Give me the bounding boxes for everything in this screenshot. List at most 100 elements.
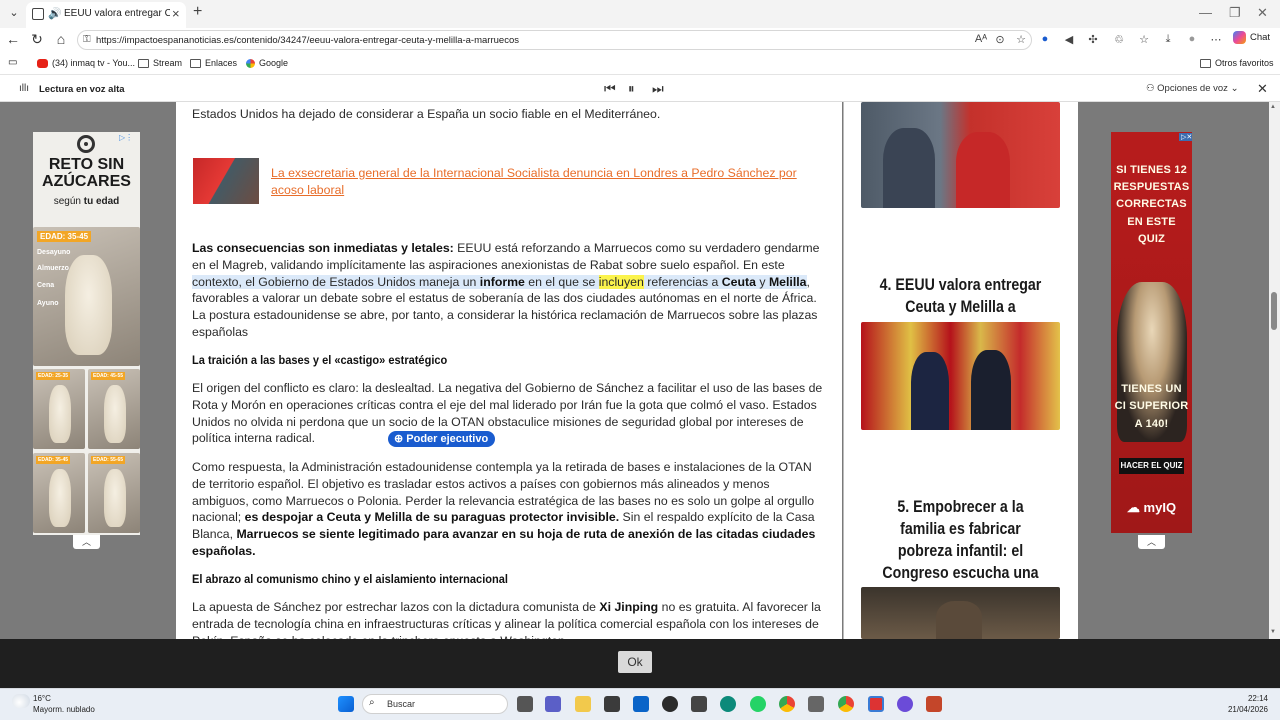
cookie-ok-button[interactable]: Ok (618, 651, 652, 673)
whatsapp-icon[interactable] (750, 696, 766, 712)
bookmark-youtube[interactable]: (34) inmaq tv - You... (37, 58, 135, 69)
pause-icon[interactable]: ⏸ (628, 81, 635, 97)
ad-thumb[interactable]: EDAD: 25-35 (33, 369, 85, 449)
favorite-star-icon[interactable]: ☆ (1012, 33, 1030, 46)
paragraph-text: La apuesta de Sánchez por estrechar lazo… (192, 600, 600, 614)
photo-figure (883, 128, 935, 208)
teams-icon[interactable] (545, 696, 561, 712)
app-icon[interactable] (808, 696, 824, 712)
weather-cloud-icon[interactable] (12, 694, 30, 708)
immersive-reader-icon[interactable]: ⊙ (991, 33, 1009, 46)
back-icon[interactable]: ← (3, 31, 23, 47)
home-icon[interactable]: ⌂ (51, 31, 71, 47)
ad-thumb[interactable]: EDAD: 35-45 (33, 453, 85, 533)
bookmark-label: Google (259, 58, 289, 68)
close-tab-icon[interactable]: × (172, 6, 180, 21)
ad-choices-icon[interactable]: ▷⋮ (119, 133, 133, 142)
app-icon[interactable] (662, 696, 678, 712)
quiz-button[interactable]: HACER EL QUIZ (1119, 458, 1184, 474)
copilot-chat-button[interactable]: Chat (1233, 31, 1270, 44)
sidebar-story-image[interactable] (861, 102, 1060, 208)
chrome-icon[interactable] (779, 696, 795, 712)
tab-actions-chevron-icon[interactable]: ⌄ (5, 6, 23, 22)
ad-choices-icon[interactable]: ▷✕ (1179, 133, 1192, 141)
browser-essentials-icon[interactable]: ♲ (1110, 33, 1128, 46)
scroll-down-arrow-icon[interactable]: ▼ (1270, 629, 1276, 635)
bookmark-label: Enlaces (205, 58, 238, 68)
collapse-ad-chevron-up-icon[interactable]: ︿ (1138, 535, 1165, 549)
url-text[interactable]: https://impactoespananoticias.es/conteni… (96, 35, 519, 46)
app-icon[interactable] (691, 696, 707, 712)
maximize-icon[interactable]: ❐ (1229, 5, 1241, 21)
extensions-puzzle-icon[interactable]: ✣ (1084, 33, 1102, 46)
taskbar-clock[interactable]: 22:14 (1236, 694, 1268, 703)
active-app-icon[interactable] (868, 696, 884, 712)
voice-icon: ⚇ (1146, 83, 1158, 94)
left-advertisement[interactable]: ▷⋮ RETO SIN AZÚCARES según tu edad EDAD: … (33, 132, 140, 535)
scroll-up-arrow-icon[interactable]: ▲ (1270, 104, 1276, 110)
ad-age-tag: EDAD: 45-55 (91, 372, 126, 380)
taskbar-search-box[interactable] (362, 694, 508, 714)
next-paragraph-icon[interactable]: ⏭ (652, 81, 664, 97)
bookmark-enlaces[interactable]: Enlaces (190, 58, 238, 69)
right-advertisement[interactable]: ▷✕ SI TIENES 12 RESPUESTAS CORRECTAS EN … (1111, 132, 1192, 533)
previous-paragraph-icon[interactable]: ⏮ (604, 81, 616, 97)
ad-quiz-text: EN ESTE (1127, 216, 1176, 228)
article-paragraph: Estados Unidos ha dejado de considerar a… (192, 107, 661, 121)
ad-main-image[interactable]: EDAD: 35-45 Desayuno Almuerzo Cena Ayuno (33, 227, 140, 366)
read-aloud-icon[interactable]: Aᴬ (972, 33, 990, 45)
audio-playing-icon[interactable]: 🔊 (48, 7, 62, 20)
voice-options-button[interactable]: ⚇ Opciones de voz ⌄ (1146, 83, 1239, 94)
downloads-icon[interactable]: ⤓ (1159, 33, 1177, 46)
chrome-icon[interactable] (838, 696, 854, 712)
ad-meal-label: Ayuno (37, 300, 59, 307)
sidebar-story-image[interactable] (861, 322, 1060, 430)
highlight-bold: informe (479, 274, 525, 289)
app-icon[interactable] (897, 696, 913, 712)
close-window-icon[interactable]: ✕ (1257, 5, 1268, 21)
related-article-link[interactable]: La exsecretaria general de la Internacio… (271, 165, 811, 199)
browser-tab[interactable]: 🔊 EEUU valora entregar Ceuta y × (26, 2, 186, 28)
file-explorer-icon[interactable] (575, 696, 591, 712)
poder-ejecutivo-button[interactable]: ⊕ Poder ejecutivo (388, 431, 496, 447)
site-info-icon[interactable]: ⚿ (83, 34, 91, 45)
bookmark-stream[interactable]: Stream (138, 58, 182, 69)
page-scrollbar[interactable] (1269, 102, 1280, 639)
speaker-icon[interactable]: ◀ (1060, 33, 1078, 46)
reload-icon[interactable]: ↻ (27, 31, 47, 48)
new-tab-button[interactable]: + (193, 3, 202, 21)
ad-thumb[interactable]: EDAD: 45-55 (88, 369, 140, 449)
bookmarks-toggle-icon[interactable]: ▭ (8, 57, 17, 68)
article-paragraph: El origen del conflicto es claro: la des… (192, 381, 823, 446)
collapse-ad-chevron-up-icon[interactable]: ︿ (73, 535, 100, 549)
other-bookmarks[interactable]: Otros favoritos (1200, 58, 1274, 69)
taskbar-date[interactable]: 21/04/2026 (1224, 705, 1268, 714)
settings-more-icon[interactable]: ⋯ (1207, 33, 1225, 46)
collections-icon[interactable]: ☆ (1135, 33, 1153, 46)
highlight-text: contexto, el Gobierno de Estados Unidos … (192, 274, 480, 289)
folder-icon (190, 59, 201, 69)
close-read-aloud-icon[interactable]: ✕ (1257, 81, 1268, 97)
ad-quiz-text: QUIZ (1137, 233, 1166, 245)
ad-candle-figure (65, 254, 113, 355)
mail-icon[interactable] (633, 696, 649, 712)
sidebar-story-image[interactable] (861, 587, 1060, 639)
extension-icon[interactable]: ● (1036, 33, 1054, 45)
weather-temperature[interactable]: 16°C (33, 694, 51, 703)
ad-age-tag: EDAD: 35-45 (37, 231, 92, 242)
windows-start-icon[interactable] (338, 696, 354, 712)
ad-thumb[interactable]: EDAD: 55-65 (88, 453, 140, 533)
profile-avatar[interactable]: ● (1183, 33, 1201, 45)
paragraph-bold: Xi Jinping (599, 600, 659, 614)
weather-condition[interactable]: Mayorm. nublado (33, 705, 95, 714)
powerpoint-icon[interactable] (926, 696, 942, 712)
scrollbar-thumb[interactable] (1271, 292, 1277, 330)
store-icon[interactable] (604, 696, 620, 712)
minimize-icon[interactable]: — (1199, 5, 1212, 20)
edge-icon[interactable] (720, 696, 736, 712)
related-article-thumbnail[interactable] (193, 158, 259, 204)
section-heading: El abrazo al comunismo chino y el aislam… (192, 572, 508, 586)
bookmark-google[interactable]: Google (246, 58, 289, 69)
task-view-icon[interactable] (517, 696, 533, 712)
folder-icon (138, 59, 149, 69)
